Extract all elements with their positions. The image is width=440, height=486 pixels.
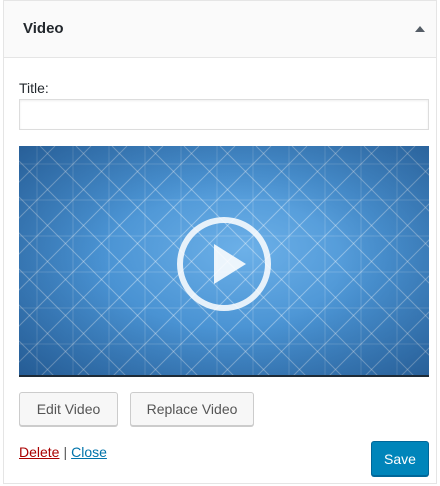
collapse-toggle-button[interactable]	[406, 11, 434, 47]
triangle-up-icon	[415, 26, 425, 32]
video-thumbnail[interactable]	[19, 146, 429, 377]
delete-link[interactable]: Delete	[19, 444, 59, 460]
replace-video-button[interactable]: Replace Video	[130, 392, 254, 426]
widget-header: Video	[4, 1, 436, 58]
close-link[interactable]: Close	[71, 444, 107, 460]
link-separator: |	[63, 444, 68, 460]
widget-title: Video	[23, 20, 64, 37]
save-button[interactable]: Save	[371, 441, 429, 476]
title-input[interactable]	[19, 99, 429, 130]
video-border	[19, 375, 429, 377]
footer-links: Delete | Close	[19, 444, 107, 460]
play-icon[interactable]	[176, 216, 272, 312]
title-label: Title:	[19, 80, 49, 96]
edit-video-button[interactable]: Edit Video	[19, 392, 118, 426]
